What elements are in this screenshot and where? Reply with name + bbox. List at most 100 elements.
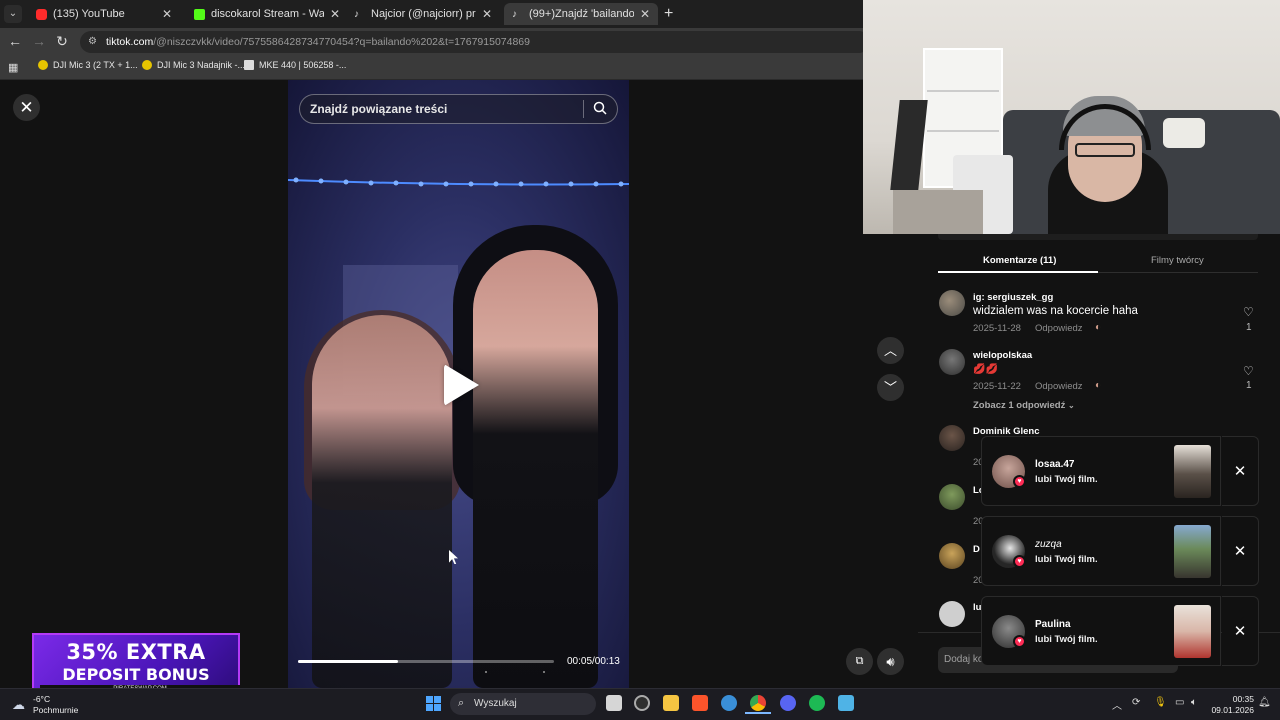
led-lights-decoration <box>288 177 629 187</box>
avatar[interactable] <box>939 601 965 627</box>
windows-start-icon[interactable] <box>426 696 441 711</box>
view-replies-label: Zobacz 1 odpowiedź <box>973 400 1066 411</box>
shelf-line <box>927 130 999 132</box>
heart-icon[interactable]: ♡ <box>1243 305 1254 319</box>
video-progress-fill <box>298 660 398 663</box>
tab-search-chevron-icon[interactable]: ⌄ <box>4 5 22 23</box>
taskbar-search-input[interactable]: Wyszukaj <box>450 693 596 715</box>
like-notification[interactable]: ♥ losaa.47 lubi Twój film. <box>981 436 1221 506</box>
creator-liked-avatar-icon: ◐ <box>1095 322 1102 333</box>
like-notification[interactable]: ♥ Paulina lubi Twój film. <box>981 596 1221 666</box>
taskbar-search-placeholder: Wyszukaj <box>474 698 517 709</box>
like-notification[interactable]: ♥ zuzqa lubi Twój film. <box>981 516 1221 586</box>
notifications-bell-icon[interactable]: 🔔︎ <box>1258 697 1271 708</box>
spotify-icon[interactable] <box>809 695 825 711</box>
active-tab-indicator <box>938 271 1098 273</box>
volume-icon[interactable]: 🔈︎ <box>1191 697 1197 708</box>
comment-date: 2025-11-22 <box>973 381 1021 392</box>
tab-title: (99+)Znajdź 'bailando 2' na TikTok <box>529 8 634 20</box>
reply-button[interactable]: Odpowiedz <box>1035 323 1083 334</box>
heart-badge-icon: ♥ <box>1013 475 1026 488</box>
network-icon[interactable]: ▭ <box>1175 697 1184 708</box>
avatar[interactable] <box>939 425 965 451</box>
video-thumbnail <box>1174 445 1211 498</box>
picture-in-picture-icon[interactable]: ⧉ <box>846 648 873 675</box>
progress-marker <box>485 671 487 673</box>
kick-icon <box>194 8 205 20</box>
site-info-icon[interactable]: ⚙ <box>88 36 97 47</box>
comment-username[interactable]: D <box>973 544 980 555</box>
related-search-input[interactable]: Znajdź powiązane treści <box>299 94 618 124</box>
volume-icon[interactable]: 🔊︎ <box>877 648 904 675</box>
new-tab-plus-icon[interactable]: + <box>664 5 673 23</box>
close-video-button[interactable]: ✕ <box>13 94 40 121</box>
bookmark-item[interactable]: DJI Mic 3 (2 TX + 1... <box>38 60 138 70</box>
previous-video-chevron-up-icon[interactable]: ︿ <box>877 337 904 364</box>
bookmark-favicon-icon <box>38 60 48 70</box>
shelf-line <box>927 90 999 92</box>
ccleaner-icon[interactable] <box>721 695 737 711</box>
bookmarks-bar: ▦ DJI Mic 3 (2 TX + 1... DJI Mic 3 Nadaj… <box>0 56 863 80</box>
cloud-weather-icon[interactable]: ☁ <box>12 697 25 713</box>
avatar[interactable] <box>939 349 965 375</box>
video-thumbnail <box>1174 605 1211 658</box>
notification-username: zuzqa <box>1035 539 1062 550</box>
notification-text: lubi Twój film. <box>1035 474 1098 485</box>
search-icon[interactable] <box>593 101 607 115</box>
notification-username: Paulina <box>1035 619 1071 630</box>
tab-tiktok-live[interactable]: ♪ Najcior (@najciorr) prowadzi LIVE ✕ <box>346 3 500 25</box>
reply-button[interactable]: Odpowiedz <box>1035 381 1083 392</box>
discord-icon[interactable] <box>780 695 796 711</box>
file-explorer-icon[interactable] <box>663 695 679 711</box>
comment-date: 2025-11-28 <box>973 323 1021 334</box>
comment-text: 💋💋 <box>973 364 998 375</box>
next-video-chevron-down-icon[interactable]: ﹀ <box>877 374 904 401</box>
close-notification-icon[interactable]: ✕ <box>1222 516 1259 586</box>
notification-text: lubi Twój film. <box>1035 554 1098 565</box>
close-notification-icon[interactable]: ✕ <box>1222 596 1259 666</box>
forward-arrow-icon[interactable]: → <box>30 33 48 49</box>
task-view-icon[interactable] <box>606 695 622 711</box>
github-desktop-icon[interactable] <box>634 695 650 711</box>
microphone-icon[interactable]: 🎙︎ <box>1154 697 1167 708</box>
comment-username[interactable]: ig: sergiuszek_gg <box>973 292 1053 303</box>
notepad-icon[interactable] <box>838 695 854 711</box>
close-notification-icon[interactable]: ✕ <box>1222 436 1259 506</box>
avatar[interactable] <box>939 484 965 510</box>
sync-icon[interactable]: ⟳ <box>1132 697 1140 708</box>
chrome-icon[interactable] <box>750 695 766 711</box>
play-icon[interactable] <box>444 364 479 406</box>
view-replies-button[interactable]: Zobacz 1 odpowiedź ⌄ <box>973 400 1075 411</box>
avatar[interactable] <box>939 543 965 569</box>
progress-marker <box>543 671 545 673</box>
avatar[interactable] <box>939 290 965 316</box>
tab-creator-videos[interactable]: Filmy twórcy <box>1151 255 1204 266</box>
back-arrow-icon[interactable]: ← <box>6 33 24 49</box>
taskbar-clock[interactable]: 00:35 09.01.2026 <box>1210 694 1254 716</box>
tab-close-icon[interactable]: ✕ <box>330 7 340 21</box>
bookmark-item[interactable]: DJI Mic 3 Nadajnik -... <box>142 60 245 70</box>
address-bar[interactable]: tiktok.com/@niszczvkk/video/757558642873… <box>80 31 870 53</box>
bookmark-item[interactable]: MKE 440 | 506258 -... <box>244 60 346 70</box>
apps-grid-icon[interactable]: ▦ <box>8 61 18 74</box>
tab-close-icon[interactable]: ✕ <box>162 7 172 21</box>
weather-widget[interactable]: -6°C Pochmurnie <box>33 694 78 716</box>
tab-tiktok-search[interactable]: ♪ (99+)Znajdź 'bailando 2' na TikTok ✕ <box>504 3 658 25</box>
weather-temperature: -6°C <box>33 694 51 704</box>
comment-text: widzialem was na kocercie haha <box>973 305 1138 317</box>
heart-icon[interactable]: ♡ <box>1243 364 1254 378</box>
weather-condition: Pochmurnie <box>33 705 79 715</box>
brave-browser-icon[interactable] <box>692 695 708 711</box>
heart-badge-icon: ♥ <box>1013 555 1026 568</box>
tab-close-icon[interactable]: ✕ <box>640 7 650 21</box>
comment-username[interactable]: wielopolskaa <box>973 350 1032 361</box>
video-progress-bar[interactable] <box>298 660 554 663</box>
tab-kick[interactable]: discokarol Stream - Watch Live ✕ <box>186 3 348 25</box>
webcam-overlay <box>863 0 1280 234</box>
tab-youtube[interactable]: (135) YouTube ✕ <box>28 3 180 25</box>
reload-icon[interactable]: ↻ <box>53 33 71 50</box>
tray-overflow-chevron-icon[interactable]: ︿ <box>1112 697 1122 712</box>
url-host: tiktok.com <box>106 36 154 48</box>
tab-comments[interactable]: Komentarze (11) <box>983 255 1056 266</box>
tab-close-icon[interactable]: ✕ <box>482 7 492 21</box>
